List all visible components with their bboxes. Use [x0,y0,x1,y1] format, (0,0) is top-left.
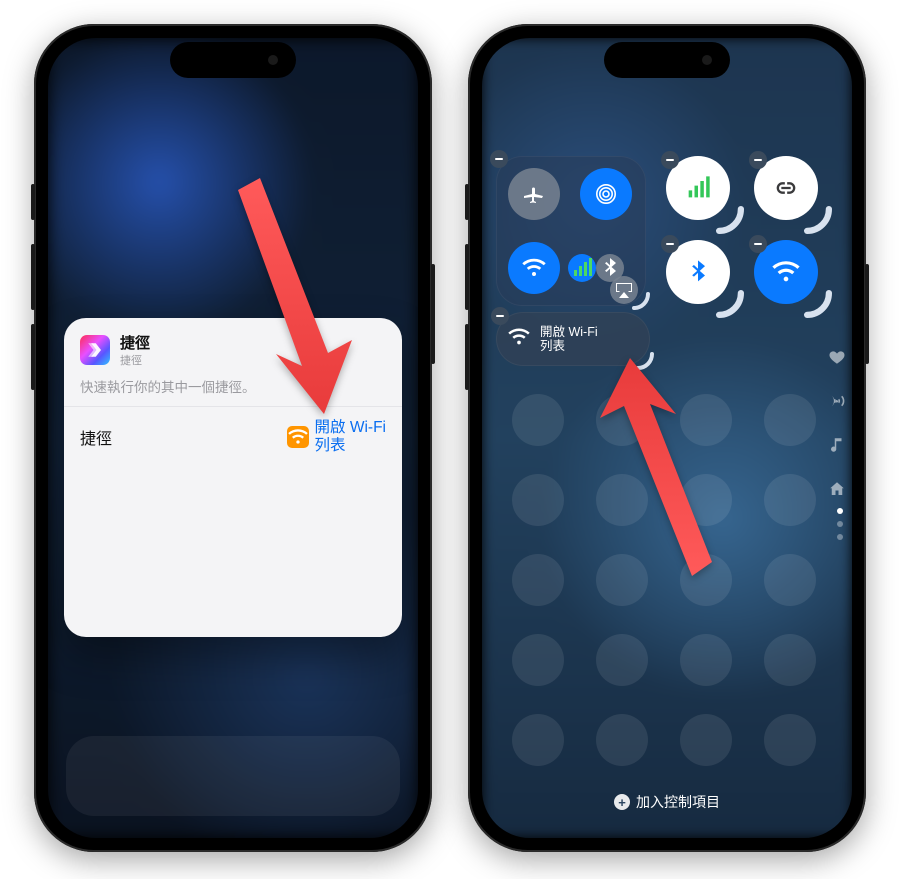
add-controls-button[interactable]: + 加入控制項目 [482,792,852,812]
remove-badge-icon[interactable] [749,151,767,169]
resize-handle-icon[interactable] [716,290,734,308]
dynamic-island [170,42,296,78]
annotation-arrow-left [220,168,370,418]
airdrop-toggle[interactable] [580,168,632,220]
resize-handle-icon[interactable] [716,206,734,224]
wifi-icon [508,326,530,353]
dynamic-island [604,42,730,78]
broadcast-icon[interactable] [828,392,846,410]
resize-handle-icon[interactable] [804,290,822,308]
bluetooth-toggle[interactable] [666,240,730,304]
widget-title: 捷徑 [120,332,150,353]
shortcut-action-line1: 開啟 Wi-Fi [315,419,386,437]
cellular-data-toggle[interactable] [666,156,730,220]
connectivity-cluster[interactable] [496,156,646,306]
shortcut-pill-line2: 列表 [540,339,565,353]
page-indicator[interactable] [837,508,843,540]
remove-badge-icon[interactable] [749,235,767,253]
annotation-arrow-right [582,356,732,586]
music-icon[interactable] [828,436,846,454]
shortcut-pill-line1: 開啟 Wi-Fi [540,325,598,339]
add-controls-label: 加入控制項目 [636,792,720,812]
remove-badge-icon[interactable] [490,150,508,168]
resize-handle-icon[interactable] [804,206,822,224]
widget-subtitle: 捷徑 [120,352,150,368]
wifi-toggle[interactable] [508,242,560,294]
screen-left: 捷徑 捷徑 快速執行你的其中一個捷徑。 捷徑 開啟 Wi-Fi 列表 [48,38,418,838]
wifi-icon [287,426,309,448]
home-icon[interactable] [828,480,846,498]
shortcut-action-line2: 列表 [315,437,346,455]
shortcuts-app-icon [80,335,110,365]
remove-badge-icon[interactable] [491,307,509,325]
heart-icon[interactable] [828,348,846,366]
airplane-mode-toggle[interactable] [508,168,560,220]
screen-right: 開啟 Wi-Fi 列表 + 加入控制項目 [482,38,852,838]
phone-left: 捷徑 捷徑 快速執行你的其中一個捷徑。 捷徑 開啟 Wi-Fi 列表 [34,24,432,852]
plus-icon: + [614,794,630,810]
shortcut-row-action[interactable]: 開啟 Wi-Fi 列表 [287,419,386,455]
resize-handle-icon[interactable] [632,292,650,310]
remove-badge-icon[interactable] [661,151,679,169]
wifi-control[interactable] [754,240,818,304]
cellular-mini-icon[interactable] [568,254,596,282]
dock-blurred [66,736,400,816]
remove-badge-icon[interactable] [661,235,679,253]
control-center-page-icons[interactable] [828,348,846,498]
shortcut-row-title: 捷徑 [80,425,112,449]
phone-right: 開啟 Wi-Fi 列表 + 加入控制項目 [468,24,866,852]
personal-hotspot-toggle[interactable] [754,156,818,220]
